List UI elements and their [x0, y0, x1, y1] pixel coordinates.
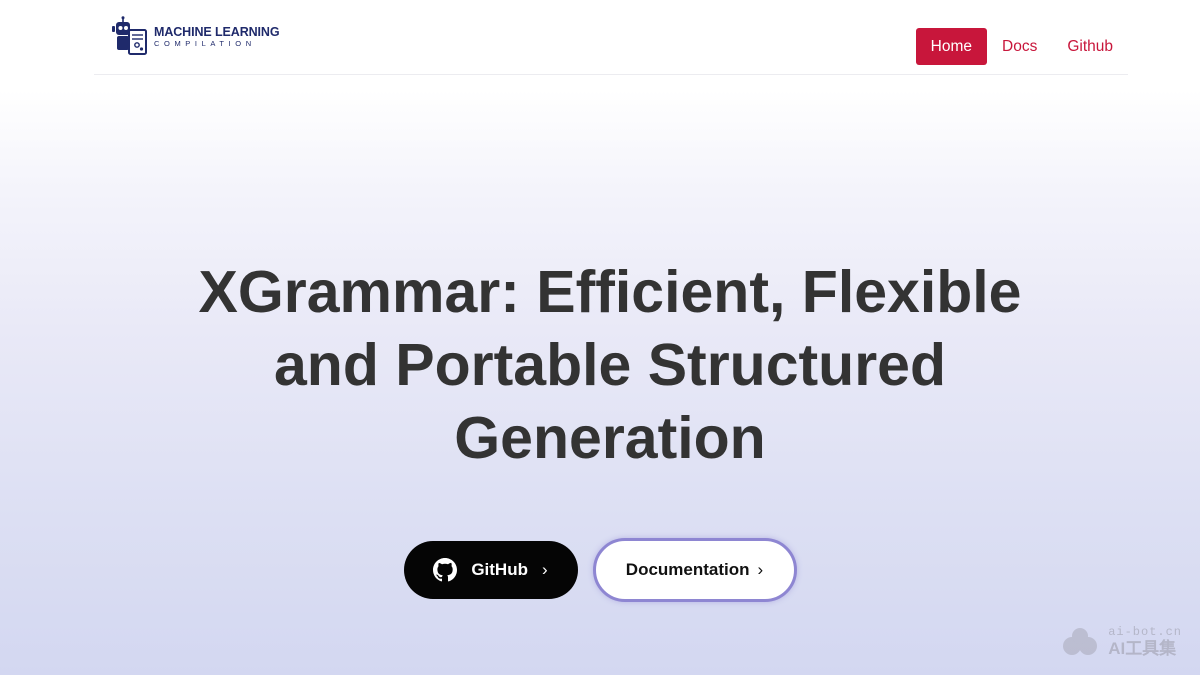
- watermark-name: AI工具集: [1108, 639, 1177, 658]
- chevron-right-icon: ›: [757, 560, 764, 579]
- logo-line-1: MACHINE LEARNING: [154, 24, 280, 39]
- nav-item-docs[interactable]: Docs: [987, 28, 1052, 65]
- nav-item-home[interactable]: Home: [915, 28, 987, 65]
- github-icon: [433, 558, 458, 582]
- cta-buttons: GitHub › Documentation ›: [0, 538, 1200, 602]
- mlc-logo[interactable]: MACHINE LEARNING COMPILATION: [110, 16, 280, 58]
- hero-title-line-1: XGrammar: Efficient, Flexible: [198, 259, 1022, 325]
- hero-title: XGrammar: Efficient, Flexible and Portab…: [100, 256, 1120, 475]
- documentation-button-label: Documentation: [625, 560, 750, 579]
- hero-title-line-2: and Portable Structured: [273, 332, 947, 398]
- main-nav: Home Docs Github: [915, 28, 1128, 65]
- robot-notebook-icon: [112, 16, 147, 55]
- github-button-label: GitHub: [471, 560, 528, 579]
- github-button[interactable]: GitHub ›: [403, 541, 578, 599]
- documentation-button[interactable]: Documentation ›: [592, 538, 797, 602]
- chevron-right-icon: ›: [541, 560, 548, 579]
- nav-item-github[interactable]: Github: [1052, 28, 1128, 65]
- logo-wordmark: MACHINE LEARNING COMPILATION: [154, 24, 280, 49]
- watermark-url: ai-bot.cn: [1108, 625, 1182, 639]
- top-navbar: MACHINE LEARNING COMPILATION Home Docs G…: [94, 0, 1128, 75]
- hero-title-line-3: Generation: [454, 405, 766, 471]
- watermark: ai-bot.cn AI工具集: [1058, 625, 1182, 659]
- logo-line-2: COMPILATION: [154, 38, 256, 48]
- watermark-logo-icon: [1063, 628, 1098, 655]
